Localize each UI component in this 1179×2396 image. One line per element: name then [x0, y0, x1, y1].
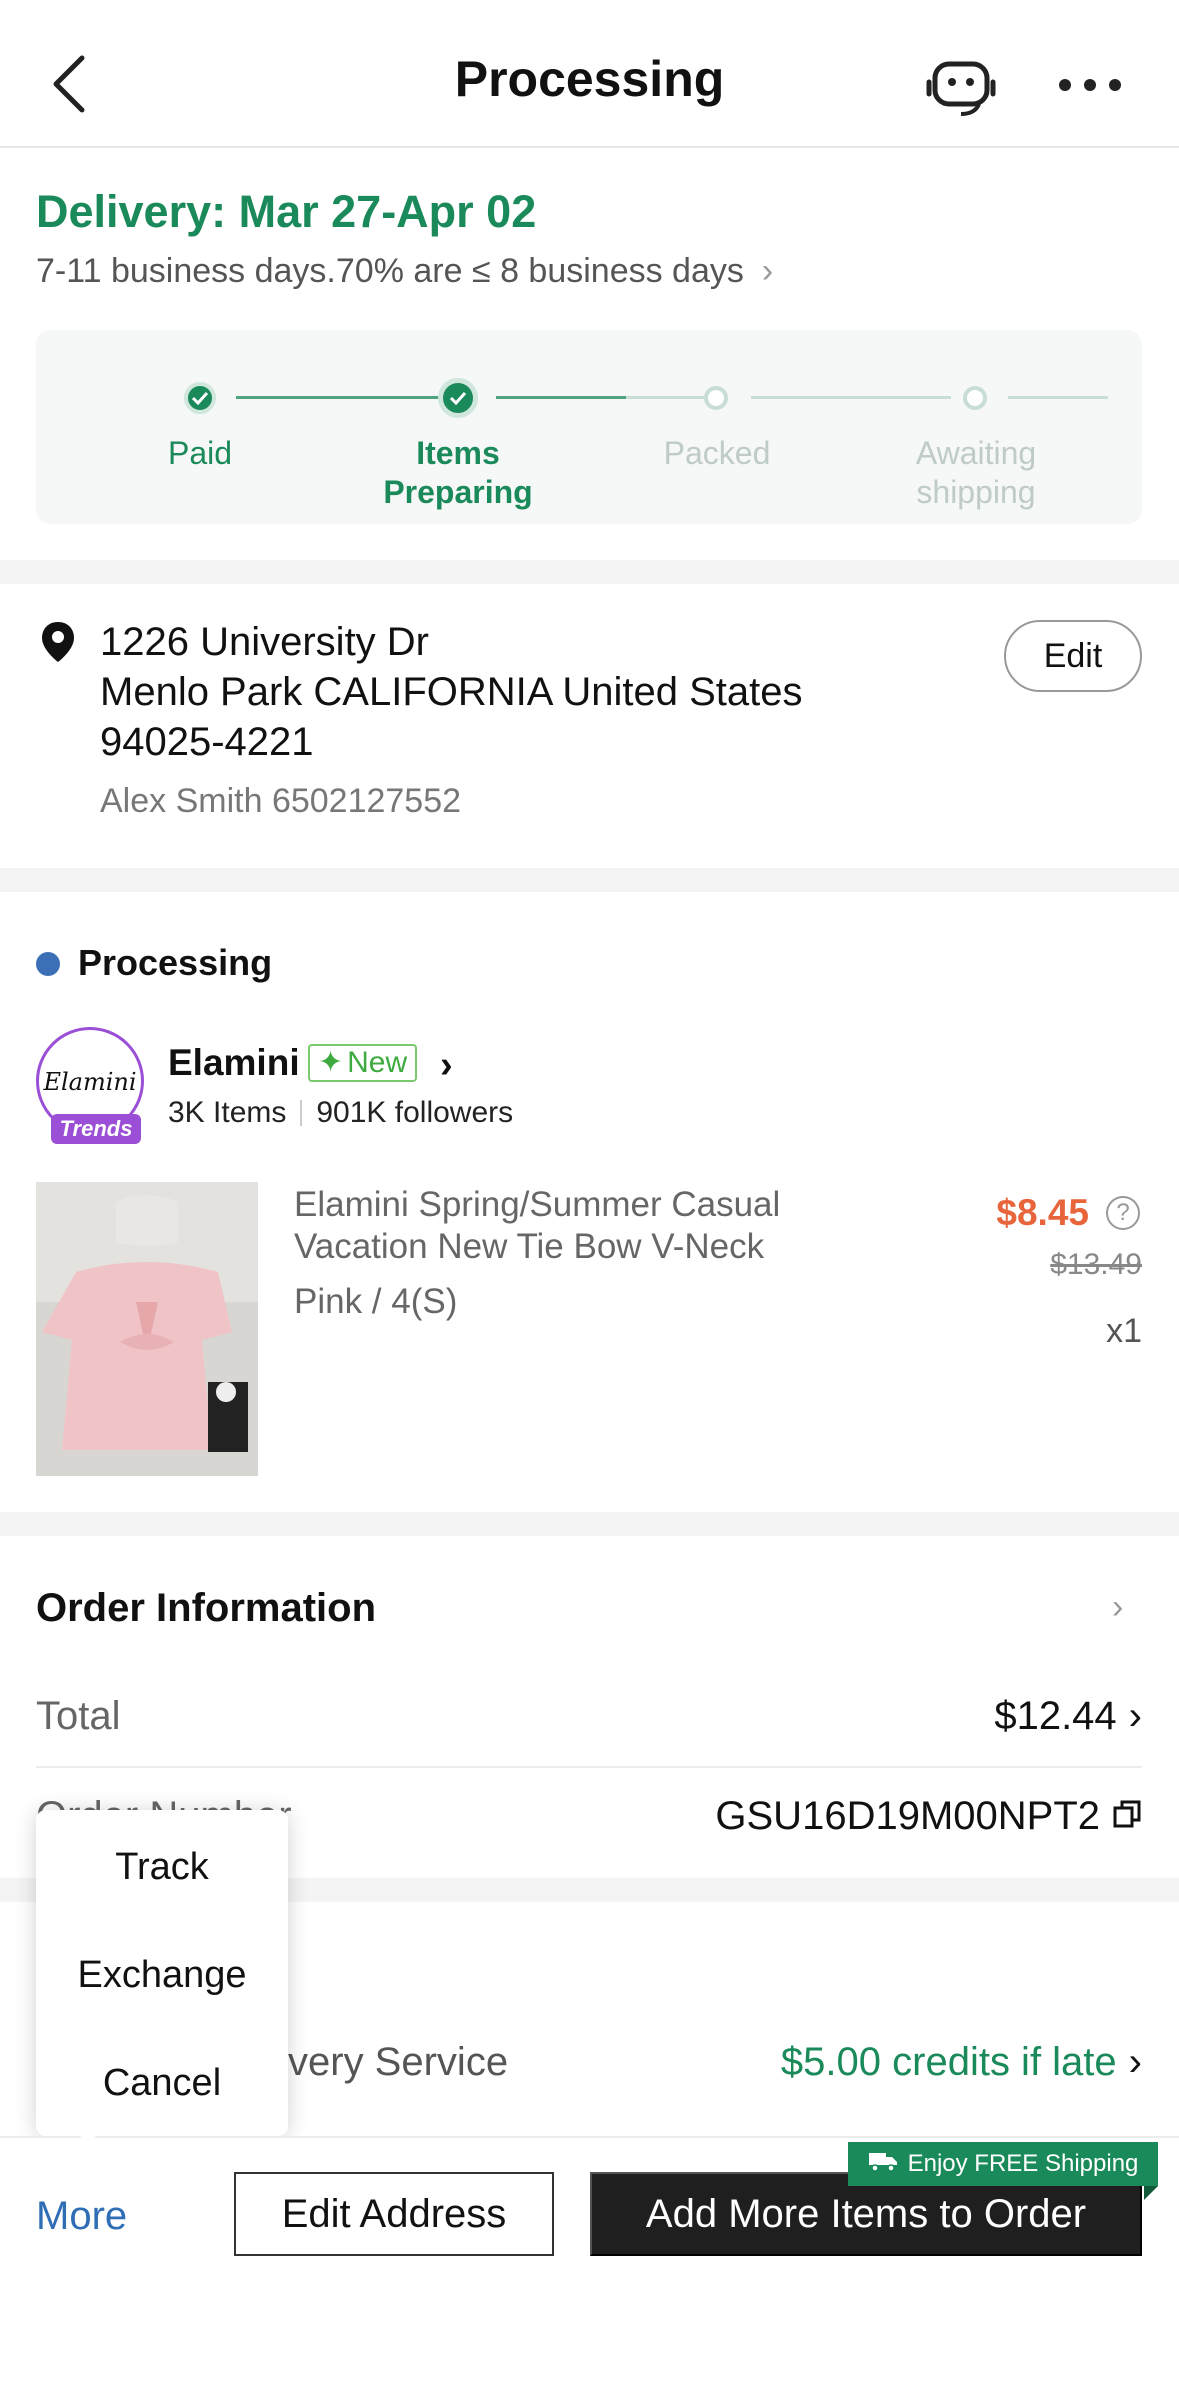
progress-line-partial — [496, 396, 626, 399]
free-shipping-tag: Enjoy FREE Shipping — [848, 2142, 1158, 2200]
address-line-3: 94025-4221 — [100, 720, 314, 764]
popup-pointer — [70, 2126, 106, 2144]
product-quantity: x1 — [1106, 1312, 1142, 1350]
store-logo-text: Elamini — [43, 1068, 137, 1096]
chevron-right-icon[interactable]: › — [1112, 1588, 1123, 1627]
order-information-title[interactable]: Order Information — [36, 1586, 376, 1631]
edit-address-button[interactable]: Edit — [1004, 620, 1142, 692]
delivery-service-value: $5.00 credits if late — [780, 2040, 1117, 2084]
total-label: Total — [36, 1694, 121, 1738]
step-label-items-preparing: Items Preparing — [383, 435, 533, 510]
new-badge: ✦ New — [308, 1044, 418, 1082]
delivery-estimate-details[interactable]: 7-11 business days.70% are ≤ 8 business … — [36, 252, 773, 291]
step-label-paid: Paid — [167, 435, 233, 471]
product-image[interactable] — [36, 1182, 258, 1476]
step-paid-check-icon — [184, 382, 216, 414]
step-preparing-check-icon — [438, 378, 478, 418]
chevron-right-icon: › — [1128, 1694, 1142, 1738]
row-divider — [36, 1766, 1142, 1768]
product-original-price: $13.49 — [1050, 1248, 1142, 1281]
more-options-icon[interactable] — [1055, 60, 1125, 110]
customer-service-robot-icon[interactable] — [925, 52, 997, 118]
progress-line-done — [236, 396, 466, 399]
free-shipping-text: Enjoy FREE Shipping — [907, 2150, 1139, 2177]
store-follower-count: 901K followers — [316, 1096, 514, 1129]
step-label-packed: Packed — [663, 435, 771, 471]
top-nav-bar: Processing — [0, 0, 1179, 148]
progress-line-pending — [751, 396, 951, 399]
step-label-awaiting-shipping: Awaiting shipping — [915, 435, 1037, 510]
status-dot-icon — [36, 952, 60, 976]
product-price: $8.45 — [996, 1192, 1089, 1233]
edit-address-bottom-button[interactable]: Edit Address — [234, 2172, 554, 2256]
store-logo[interactable]: Elamini Trends — [36, 1027, 144, 1144]
chevron-right-icon: › — [761, 252, 774, 290]
copy-icon[interactable] — [1112, 1794, 1142, 1839]
total-value: $12.44 — [994, 1694, 1117, 1738]
store-name[interactable]: Elamini — [168, 1042, 300, 1084]
progress-line-pending — [1008, 396, 1108, 399]
delivery-estimate-subtitle: 7-11 business days.70% are ≤ 8 business … — [36, 252, 744, 290]
store-stats: 3K Items 901K followers — [168, 1096, 513, 1130]
step-packed-circle-icon — [704, 386, 728, 410]
store-logo-tag: Trends — [51, 1114, 141, 1144]
product-title[interactable]: Elamini Spring/Summer Casual Vacation Ne… — [294, 1184, 854, 1268]
delivery-truck-icon — [868, 2150, 898, 2179]
page-title: Processing — [454, 51, 725, 107]
order-number-value: GSU16D19M00NPT2 — [715, 1794, 1100, 1838]
recipient-name-phone: Alex Smith 6502127552 — [100, 782, 462, 820]
section-divider — [0, 560, 1179, 584]
chevron-right-icon: › — [1128, 2040, 1142, 2084]
step-awaiting-circle-icon — [963, 386, 987, 410]
question-mark-icon[interactable]: ? — [1106, 1196, 1140, 1230]
order-status-label: Processing — [78, 942, 273, 983]
menu-item-cancel[interactable]: Cancel — [36, 2062, 288, 2105]
section-divider — [0, 1512, 1179, 1536]
sparkle-icon: ✦ — [318, 1046, 344, 1079]
address-line-1: 1226 University Dr — [100, 620, 430, 664]
new-badge-label: New — [347, 1046, 408, 1079]
delivery-service-label: very Service — [288, 2040, 509, 2084]
more-link[interactable]: More — [36, 2194, 127, 2239]
more-actions-popup: Track Exchange Cancel — [36, 1810, 288, 2136]
stats-separator — [300, 1100, 303, 1126]
location-pin-icon — [40, 620, 76, 664]
delivery-service-row[interactable]: $5.00 credits if late › — [781, 2040, 1142, 2085]
chevron-right-icon[interactable]: › — [440, 1044, 453, 1087]
section-divider — [0, 868, 1179, 892]
menu-item-track[interactable]: Track — [36, 1846, 288, 1889]
store-item-count: 3K Items — [168, 1096, 287, 1129]
address-line-2: Menlo Park CALIFORNIA United States — [100, 670, 803, 714]
total-row-value[interactable]: $12.44 › — [994, 1694, 1142, 1739]
product-variant: Pink / 4(S) — [294, 1282, 458, 1321]
order-number-row: GSU16D19M00NPT2 — [715, 1794, 1142, 1839]
menu-item-exchange[interactable]: Exchange — [36, 1954, 288, 1997]
delivery-estimate-title: Delivery: Mar 27-Apr 02 — [36, 186, 537, 237]
order-progress-tracker: Paid Items Preparing Packed Awaiting shi… — [36, 330, 1142, 524]
